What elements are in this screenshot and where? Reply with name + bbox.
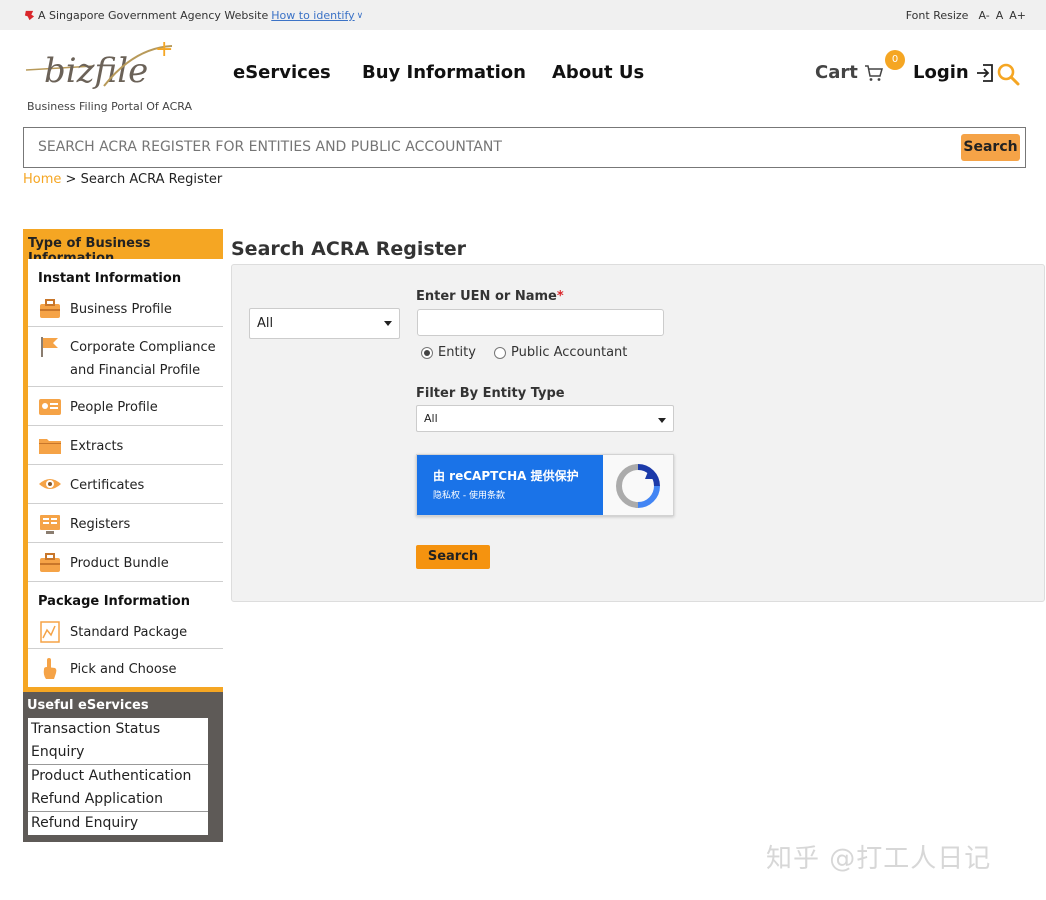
- acra-search-input[interactable]: [38, 139, 938, 155]
- login-label: Login: [913, 62, 969, 83]
- uen-label: Enter UEN or Name*: [416, 289, 564, 304]
- gov-banner-left: A Singapore Government Agency Website Ho…: [24, 9, 363, 22]
- pointer-icon: [43, 658, 57, 679]
- font-resize: Font Resize A- A A+: [906, 9, 1026, 22]
- useful-eservices-panel: Useful eServices Transaction Status Enqu…: [23, 692, 223, 842]
- dropdown-caret-icon: [658, 418, 666, 423]
- gov-banner-text: A Singapore Government Agency Website: [38, 9, 269, 22]
- font-resize-label: Font Resize: [905, 9, 969, 22]
- radio-public-accountant-button[interactable]: [494, 346, 506, 359]
- uen-name-input[interactable]: [417, 309, 664, 336]
- font-decrease-button[interactable]: A-: [978, 9, 989, 22]
- sidebar-item-label: Registers: [70, 517, 131, 532]
- uen-label-text: Enter UEN or Name: [416, 289, 557, 304]
- cart-link[interactable]: Cart: [815, 62, 884, 83]
- lion-head-icon: [24, 10, 35, 21]
- recaptcha-text: 由 reCAPTCHA 提供保护: [433, 469, 579, 483]
- business-info-sidebar: Type of Business Information Instant Inf…: [23, 229, 223, 692]
- register-icon: [40, 515, 60, 534]
- breadcrumb-current: Search ACRA Register: [80, 172, 223, 187]
- bizfile-logo[interactable]: bizfile +: [24, 38, 194, 94]
- font-reset-button[interactable]: A: [996, 9, 1004, 22]
- sidebar-item-label-line2: and Financial Profile: [70, 363, 201, 378]
- instant-information-heading: Instant Information: [38, 271, 182, 286]
- recaptcha-privacy-terms[interactable]: 隐私权 - 使用条款: [433, 488, 505, 501]
- sidebar-menu: Instant Information Business Profile Cor…: [28, 259, 223, 687]
- how-to-identify-link[interactable]: How to identify: [271, 9, 354, 22]
- cart-label: Cart: [815, 62, 858, 83]
- page-title: Search ACRA Register: [231, 238, 467, 260]
- briefcase-icon: [40, 299, 60, 318]
- sidebar-item-label: Corporate Compliance: [70, 340, 216, 355]
- radio-entity-button[interactable]: [421, 346, 433, 359]
- sidebar-item-label: People Profile: [70, 400, 158, 415]
- sidebar-item-corporate-compliance[interactable]: Corporate Compliance and Financial Profi…: [28, 327, 223, 387]
- sidebar-item-label: Standard Package: [70, 625, 188, 640]
- sidebar-item-business-profile[interactable]: Business Profile: [28, 293, 223, 327]
- bundle-icon: [40, 553, 60, 572]
- nav-about-us[interactable]: About Us: [552, 62, 644, 83]
- font-increase-button[interactable]: A+: [1009, 9, 1026, 22]
- form-search-button[interactable]: Search: [416, 545, 490, 569]
- sidebar-item-label: Product Bundle: [70, 556, 169, 571]
- useful-item-product-authentication[interactable]: Product Authentication: [28, 765, 208, 789]
- package-information-heading: Package Information: [38, 594, 190, 609]
- acra-search-bar: Search: [23, 127, 1026, 168]
- recaptcha-icon: [615, 464, 660, 508]
- dropdown-caret-icon: [384, 321, 392, 326]
- flag-icon: [41, 337, 58, 357]
- login-icon: [976, 63, 993, 82]
- useful-item-transaction-status[interactable]: Transaction Status: [28, 718, 208, 741]
- nav-eservices[interactable]: eServices: [233, 62, 331, 83]
- radio-public-accountant-label: Public Accountant: [511, 345, 628, 360]
- package-icon: [40, 621, 60, 643]
- sidebar-item-product-bundle[interactable]: Product Bundle: [28, 543, 223, 582]
- eye-icon: [39, 479, 61, 489]
- sidebar-item-registers[interactable]: Registers: [28, 504, 223, 543]
- sidebar-item-extracts[interactable]: Extracts: [28, 426, 223, 465]
- sidebar-item-label: Extracts: [70, 439, 124, 454]
- sidebar-item-label: Pick and Choose: [70, 662, 177, 677]
- sidebar-item-label: Business Profile: [70, 302, 172, 317]
- recaptcha-info: 由 reCAPTCHA 提供保护 隐私权 - 使用条款: [417, 455, 603, 515]
- scope-select[interactable]: All: [249, 308, 400, 339]
- logo-plus: +: [155, 38, 173, 62]
- login-link[interactable]: Login: [913, 62, 995, 83]
- cart-count-badge: 0: [885, 50, 905, 70]
- folder-icon: [39, 439, 61, 454]
- radio-entity-label: Entity: [438, 345, 476, 360]
- nav-buy-information[interactable]: Buy Information: [362, 62, 526, 83]
- entity-type-select-value: All: [424, 412, 438, 425]
- breadcrumb-home-link[interactable]: Home: [23, 172, 61, 187]
- useful-eservices-title: Useful eServices: [27, 698, 149, 713]
- sidebar-item-pick-and-choose[interactable]: Pick and Choose: [28, 649, 223, 687]
- scope-select-value: All: [257, 316, 274, 331]
- entity-type-select[interactable]: All: [416, 405, 674, 432]
- useful-item-refund-enquiry[interactable]: Refund Enquiry: [28, 812, 208, 835]
- breadcrumb-separator: >: [65, 172, 77, 187]
- radio-entity[interactable]: Entity: [421, 345, 476, 360]
- useful-item-transaction-status-line2[interactable]: Enquiry: [28, 741, 208, 765]
- cart-icon: [864, 64, 883, 81]
- watermark: 知乎 @打工人日记: [766, 844, 992, 874]
- radio-public-accountant[interactable]: Public Accountant: [494, 345, 627, 360]
- logo-subtitle: Business Filing Portal Of ACRA: [27, 100, 193, 113]
- required-mark: *: [556, 289, 564, 304]
- sidebar-item-label: Certificates: [70, 478, 145, 493]
- chevron-down-icon[interactable]: ∨: [357, 11, 364, 21]
- search-icon[interactable]: [996, 62, 1020, 86]
- logo-text: bizfile: [44, 51, 148, 91]
- id-card-icon: [39, 399, 61, 415]
- sidebar-item-standard-package[interactable]: Standard Package: [28, 615, 223, 649]
- recaptcha-widget[interactable]: 由 reCAPTCHA 提供保护 隐私权 - 使用条款: [416, 454, 674, 516]
- gov-banner: A Singapore Government Agency Website Ho…: [0, 0, 1046, 30]
- sidebar-item-people-profile[interactable]: People Profile: [28, 387, 223, 426]
- breadcrumb: Home > Search ACRA Register: [23, 172, 222, 187]
- useful-item-refund-application[interactable]: Refund Application: [28, 788, 208, 812]
- filter-entity-type-label: Filter By Entity Type: [416, 386, 565, 401]
- acra-search-button[interactable]: Search: [961, 134, 1020, 161]
- sidebar-item-certificates[interactable]: Certificates: [28, 465, 223, 504]
